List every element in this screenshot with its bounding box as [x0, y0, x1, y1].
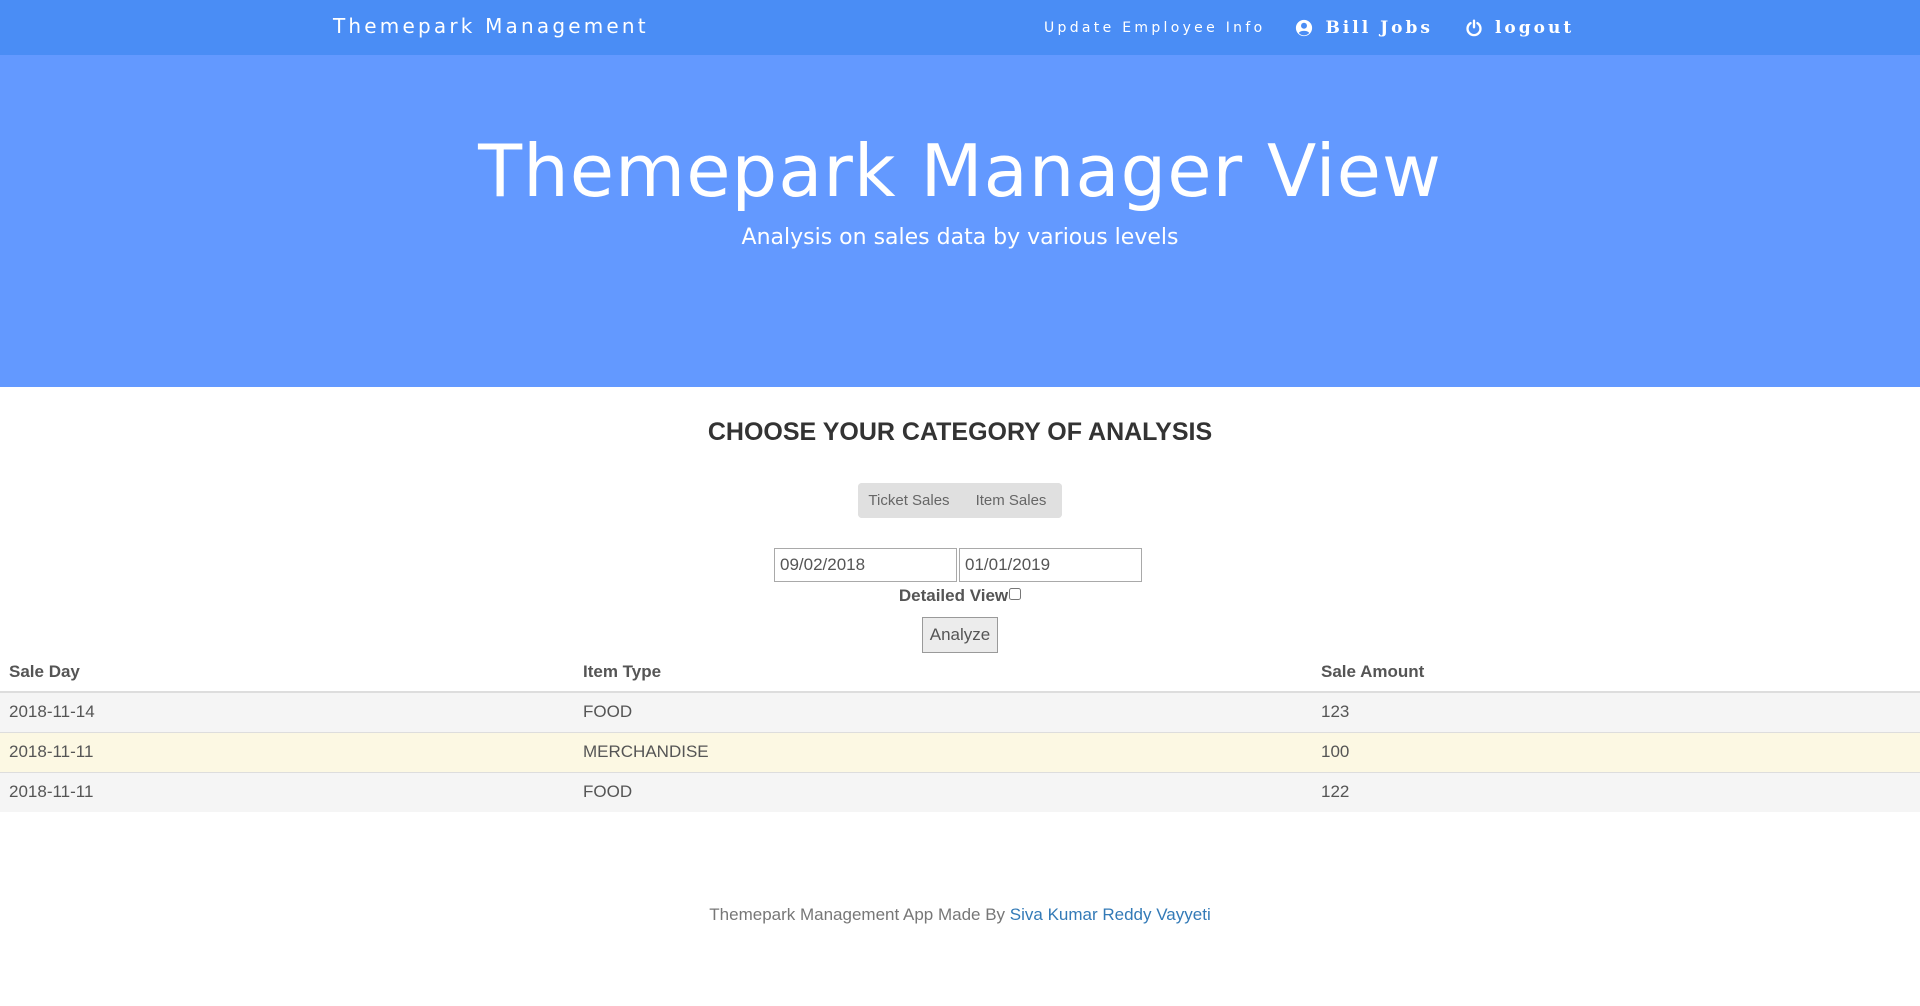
- cell-sale-amount: 100: [1312, 731, 1920, 772]
- item-sales-button[interactable]: Item Sales: [960, 483, 1062, 518]
- power-icon: [1466, 18, 1482, 36]
- header-sale-amount: Sale Amount: [1312, 652, 1920, 693]
- start-date-input[interactable]: [774, 548, 957, 582]
- logout-link[interactable]: logout: [1465, 18, 1574, 38]
- top-navbar: Themepark Management Update Employee Inf…: [0, 0, 1920, 55]
- navbar-right: Update Employee Info Bill Jobs logout: [1044, 0, 1574, 55]
- table-row: 2018-11-11 FOOD 122: [0, 771, 1920, 812]
- analyze-button[interactable]: Analyze: [922, 617, 998, 653]
- page-title: Themepark Manager View: [478, 129, 1442, 213]
- user-circle-icon: [1296, 19, 1313, 36]
- table-row: 2018-11-11 MERCHANDISE 100: [0, 731, 1920, 772]
- cell-sale-day: 2018-11-14: [0, 691, 574, 732]
- cell-item-type: FOOD: [574, 691, 1312, 732]
- cell-sale-day: 2018-11-11: [0, 731, 574, 772]
- cell-item-type: MERCHANDISE: [574, 731, 1312, 772]
- page-footer: Themepark Management App Made By Siva Ku…: [0, 905, 1920, 925]
- detailed-view-checkbox[interactable]: [1009, 588, 1022, 600]
- cell-sale-amount: 123: [1312, 691, 1920, 732]
- user-name: Bill Jobs: [1325, 17, 1433, 38]
- cell-item-type: FOOD: [574, 771, 1312, 812]
- ticket-sales-button[interactable]: Ticket Sales: [858, 483, 960, 518]
- update-employee-info-link[interactable]: Update Employee Info: [1044, 20, 1265, 36]
- brand-link[interactable]: Themepark Management: [333, 14, 649, 38]
- cell-sale-day: 2018-11-11: [0, 771, 574, 812]
- detailed-view-label: Detailed View: [898, 586, 1009, 605]
- header-item-type: Item Type: [574, 652, 1312, 693]
- page-subtitle: Analysis on sales data by various levels: [741, 225, 1179, 250]
- user-profile-link[interactable]: Bill Jobs: [1295, 18, 1433, 38]
- detailed-view-row: Detailed View: [0, 586, 1920, 606]
- header-sale-day: Sale Day: [0, 652, 574, 693]
- footer-text: Themepark Management App Made By: [709, 905, 1010, 924]
- hero-banner: Themepark Manager View Analysis on sales…: [0, 55, 1920, 387]
- sales-table: Sale Day Item Type Sale Amount 2018-11-1…: [0, 652, 1920, 812]
- table-header-row: Sale Day Item Type Sale Amount: [0, 652, 1920, 693]
- analysis-heading: CHOOSE YOUR CATEGORY OF ANALYSIS: [707, 418, 1213, 446]
- end-date-input[interactable]: [959, 548, 1142, 582]
- logout-label: logout: [1494, 17, 1575, 38]
- cell-sale-amount: 122: [1312, 771, 1920, 812]
- table-row: 2018-11-14 FOOD 123: [0, 691, 1920, 732]
- author-link[interactable]: Siva Kumar Reddy Vayyeti: [1010, 905, 1211, 924]
- category-button-group: Ticket Sales Item Sales: [858, 483, 1062, 518]
